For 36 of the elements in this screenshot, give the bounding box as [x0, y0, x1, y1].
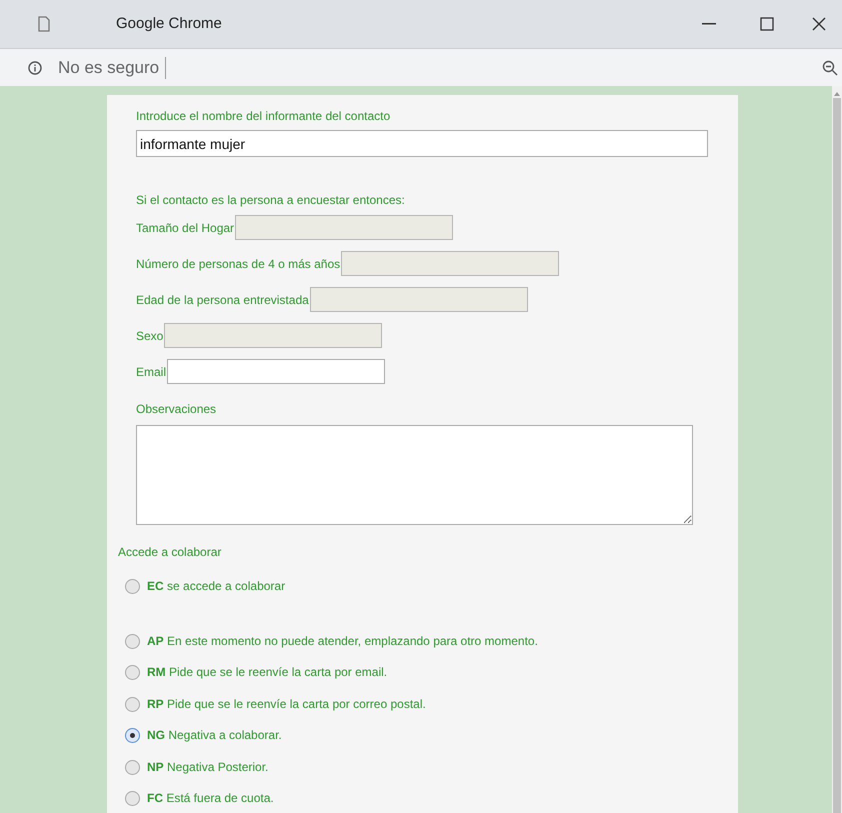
notes-field[interactable] [136, 425, 693, 525]
radio-button[interactable] [125, 697, 140, 712]
field-label: Sexo [136, 328, 164, 344]
field-label: Edad de la persona entrevistada [136, 292, 309, 308]
zoom-out-icon[interactable] [822, 60, 838, 76]
option-label: NG Negativa a colaborar. [147, 728, 282, 743]
field-label: Email [136, 364, 166, 380]
scroll-up-icon[interactable] [834, 92, 840, 96]
option-label: FC Está fuera de cuota. [147, 791, 274, 806]
window-title: Google Chrome [116, 14, 222, 34]
radio-button[interactable] [125, 665, 140, 680]
page-icon [38, 16, 50, 32]
info-icon[interactable] [28, 60, 42, 74]
section-heading: Si el contacto es la persona a encuestar entonces: [136, 193, 406, 207]
scrollbar[interactable] [832, 86, 842, 813]
radio-button[interactable] [125, 634, 140, 649]
group-heading: Accede a colaborar [118, 545, 222, 559]
radio-button[interactable] [125, 760, 140, 775]
maximize-icon[interactable] [760, 17, 774, 31]
minimize-icon[interactable] [702, 23, 716, 25]
security-status: No es seguro [58, 56, 160, 79]
option-label: RM Pide que se le reenvíe la carta por email. [147, 665, 388, 680]
option-label: NP Negativa Posterior. [147, 760, 268, 775]
name-field[interactable]: informante mujer [136, 130, 708, 157]
field-label: Observaciones [136, 402, 218, 416]
radio-button[interactable] [125, 791, 140, 806]
option-label: EC se accede a colaborar [147, 579, 286, 594]
field-label: Número de personas de 4 o más años [136, 256, 340, 272]
option-label: AP En este momento no puede atender, emplazando para otro momento. [147, 634, 538, 649]
text-field[interactable] [167, 359, 386, 384]
option-label: RP Pide que se le reenvíe la carta por correo postal. [147, 697, 426, 712]
field-label: Tamaño del Hogar [136, 220, 234, 236]
field-label: Introduce el nombre del informante del contacto [136, 109, 392, 123]
radio-button[interactable] [125, 579, 140, 594]
radio-button[interactable] [125, 728, 140, 743]
close-icon[interactable] [812, 17, 826, 31]
